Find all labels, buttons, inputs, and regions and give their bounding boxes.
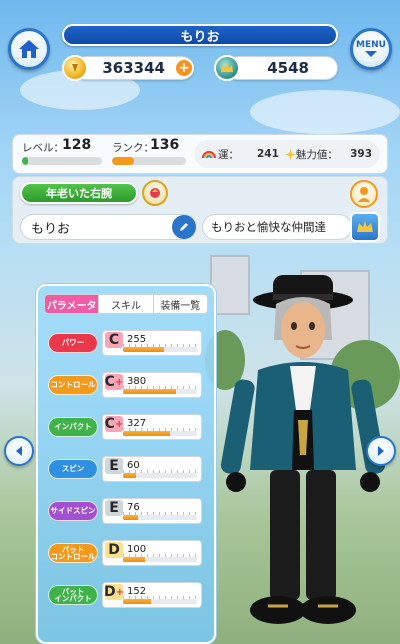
stat-value-box: C +380 bbox=[102, 372, 202, 398]
level-label: レベル： bbox=[22, 142, 64, 154]
cloud-decoration bbox=[250, 90, 400, 134]
home-icon bbox=[19, 40, 39, 58]
luck-charm-panel: 運： 241 魅力値： 393 bbox=[194, 140, 380, 168]
gem-amount: 4548 bbox=[267, 59, 309, 77]
tab-bar: パラメータ スキル 装備一覧 bbox=[44, 294, 208, 314]
stat-label: スピン bbox=[48, 459, 98, 479]
avatar-icon[interactable] bbox=[350, 180, 378, 208]
stat-bar bbox=[123, 431, 197, 436]
rainbow-icon bbox=[202, 151, 216, 159]
stat-bar-fill bbox=[123, 557, 146, 562]
chevron-down-icon bbox=[365, 51, 377, 57]
stat-value-box: D +152 bbox=[102, 582, 202, 608]
stat-bar-fill bbox=[123, 515, 138, 520]
stat-bar bbox=[123, 347, 197, 352]
charm-label: 魅力値： bbox=[295, 148, 338, 161]
stat-grade: D bbox=[105, 542, 123, 558]
player-title-badge[interactable]: 年老いた右腕 bbox=[20, 182, 138, 204]
stat-label: コントロール bbox=[48, 375, 98, 395]
stat-grade: C + bbox=[105, 374, 123, 390]
next-button[interactable] bbox=[366, 436, 396, 466]
stat-bar bbox=[123, 557, 197, 562]
stat-row: インパクト C +327 bbox=[46, 414, 204, 440]
stat-grade: D + bbox=[104, 584, 124, 600]
stat-value-box: E 60 bbox=[102, 456, 202, 482]
home-button[interactable] bbox=[8, 28, 50, 70]
title-emblem-icon bbox=[142, 180, 168, 206]
rank-progress-bar bbox=[112, 157, 186, 165]
stat-row: スピン E 60 bbox=[46, 456, 204, 482]
stat-value-box: C +327 bbox=[102, 414, 202, 440]
stat-grade: C bbox=[105, 332, 123, 348]
stat-grade-letter: C bbox=[104, 416, 115, 432]
previous-button[interactable] bbox=[4, 436, 34, 466]
edit-name-button[interactable] bbox=[172, 215, 196, 239]
plus-icon: + bbox=[178, 60, 190, 76]
stat-label: インパクト bbox=[48, 417, 98, 437]
stat-grade: E bbox=[105, 500, 123, 516]
team-name-field[interactable]: もりおと愉快な仲間達 bbox=[202, 214, 352, 240]
chevron-left-icon bbox=[16, 446, 22, 456]
stat-row: コントロール C +380 bbox=[46, 372, 204, 398]
team-name-value: もりおと愉快な仲間達 bbox=[211, 220, 326, 234]
stat-grade-letter: C bbox=[108, 332, 120, 348]
coin-amount: 363344 bbox=[102, 59, 165, 77]
stat-bar bbox=[123, 515, 197, 520]
tab-skills[interactable]: スキル bbox=[99, 295, 154, 313]
stat-bar-fill bbox=[123, 431, 171, 436]
stat-label: バット インパクト bbox=[48, 585, 98, 605]
stat-label: サイドスピン bbox=[48, 501, 98, 521]
menu-label: MENU bbox=[356, 40, 386, 50]
player-name-bar: もりお bbox=[62, 24, 338, 46]
stat-grade-letter: C bbox=[104, 374, 115, 390]
level-value: 128 bbox=[62, 137, 92, 153]
level-progress-bar bbox=[22, 157, 102, 165]
stat-row: バット インパクト D +152 bbox=[46, 582, 204, 608]
menu-button[interactable]: MENU bbox=[350, 28, 392, 70]
stat-grade-letter: E bbox=[109, 458, 119, 474]
stat-value-box: D 100 bbox=[102, 540, 202, 566]
stat-grade: E bbox=[105, 458, 123, 474]
stat-value-box: E 76 bbox=[102, 498, 202, 524]
stat-grade-letter: E bbox=[109, 500, 119, 516]
rank-value: 136 bbox=[150, 137, 180, 153]
stat-value-box: C 255 bbox=[102, 330, 202, 356]
chevron-right-icon bbox=[378, 446, 384, 456]
stat-bar bbox=[123, 473, 197, 478]
luck-value: 241 bbox=[257, 148, 279, 160]
charm-value: 393 bbox=[350, 148, 372, 160]
player-name-field[interactable]: もりお bbox=[20, 214, 196, 240]
stat-bar-fill bbox=[123, 347, 164, 352]
add-coins-button[interactable]: + bbox=[174, 58, 194, 78]
stat-row: バット コントロール D 100 bbox=[46, 540, 204, 566]
stat-grade: C + bbox=[105, 416, 123, 432]
stat-grade-letter: D bbox=[104, 584, 116, 600]
tab-parameters[interactable]: パラメータ bbox=[45, 295, 100, 313]
stat-bar bbox=[123, 599, 197, 604]
coin-icon bbox=[62, 55, 88, 81]
star-icon bbox=[284, 148, 296, 160]
crown-medal-icon bbox=[214, 55, 240, 81]
stat-bar bbox=[123, 389, 197, 394]
stat-bar-fill bbox=[123, 599, 152, 604]
stat-grade-letter: D bbox=[108, 542, 120, 558]
stat-row: パワー C 255 bbox=[46, 330, 204, 356]
luck-label: 運： bbox=[218, 148, 239, 161]
gem-counter: 4548 bbox=[226, 56, 338, 80]
team-emblem-icon[interactable] bbox=[350, 212, 380, 242]
stat-label: バット コントロール bbox=[48, 543, 98, 563]
stat-bar-fill bbox=[123, 473, 137, 478]
stat-bar-fill bbox=[123, 389, 177, 394]
rank-label: ランク： bbox=[112, 142, 154, 154]
stat-label: パワー bbox=[48, 333, 98, 353]
tab-equipment[interactable]: 装備一覧 bbox=[154, 295, 207, 313]
player-name-value: もりお bbox=[31, 221, 71, 237]
character-avatar bbox=[220, 275, 386, 624]
pencil-icon bbox=[180, 223, 188, 231]
stat-row: サイドスピン E 76 bbox=[46, 498, 204, 524]
